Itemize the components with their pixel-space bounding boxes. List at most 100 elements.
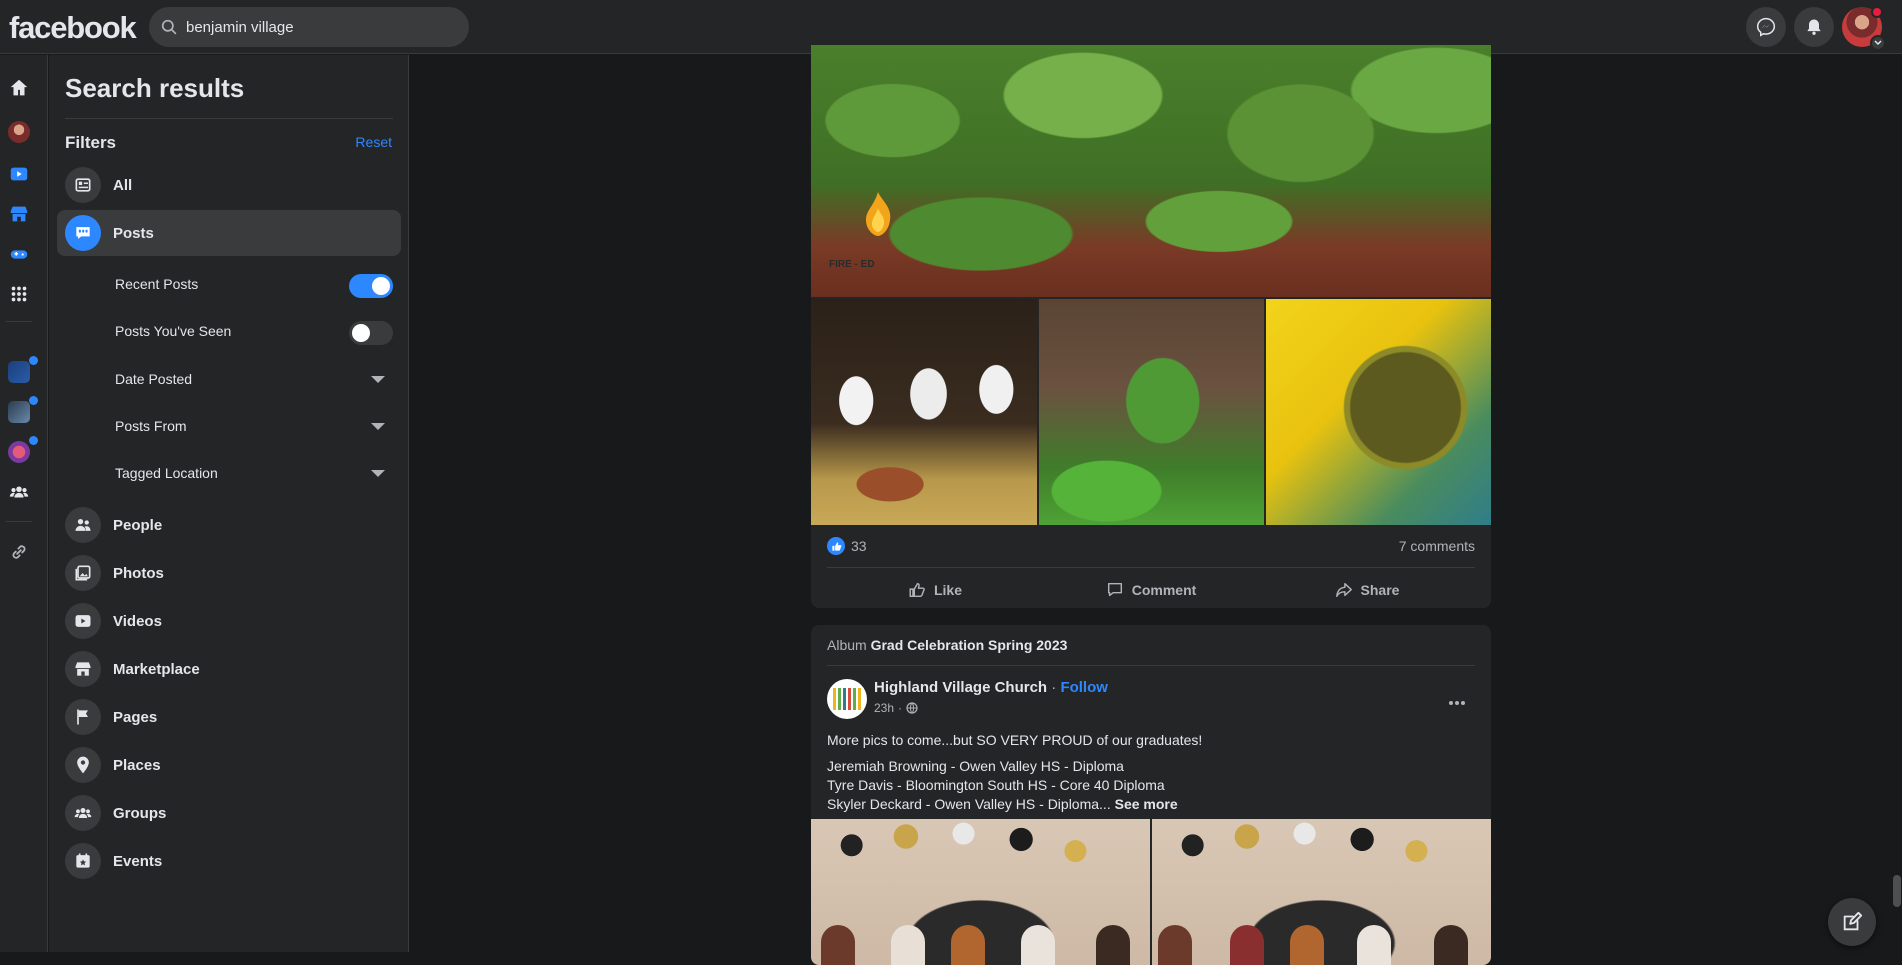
post-photo-rabbits[interactable] xyxy=(811,299,1037,525)
messenger-button[interactable] xyxy=(1746,7,1786,47)
post-card: FIRE - ED 33 7 comments Like Comment Sha… xyxy=(811,45,1491,608)
thumbs-up-icon xyxy=(909,582,925,597)
new-message-button[interactable] xyxy=(1828,898,1876,946)
post-photo-sunflower[interactable] xyxy=(1266,299,1491,525)
watch-shortcut[interactable] xyxy=(8,163,30,185)
post-text-line: Skyler Deckard - Owen Valley HS - Diplom… xyxy=(827,796,1111,812)
post-card: Album Grad Celebration Spring 2023 Highl… xyxy=(811,625,1491,965)
fire-logo-watermark xyxy=(866,192,891,236)
reaction-summary[interactable]: 33 xyxy=(827,537,867,555)
filter-label: All xyxy=(113,176,133,194)
caret-down-icon xyxy=(371,376,385,383)
filter-label: Recent Posts xyxy=(115,276,199,292)
caret-down-icon xyxy=(371,423,385,430)
follow-button[interactable]: Follow xyxy=(1060,679,1108,696)
filter-videos[interactable]: Videos xyxy=(57,598,401,644)
groups-icon xyxy=(9,486,29,498)
gaming-shortcut[interactable] xyxy=(8,243,30,265)
profile-shortcut-avatar[interactable] xyxy=(8,121,30,143)
facebook-logo[interactable]: facebook xyxy=(9,10,137,46)
comments-count-link[interactable]: 7 comments xyxy=(1399,538,1475,554)
group-shortcut-avatar[interactable] xyxy=(8,361,30,383)
more-horizontal-icon xyxy=(1449,701,1465,705)
album-prefix: Album xyxy=(827,637,867,653)
author-name-link[interactable]: Highland Village Church xyxy=(874,679,1047,696)
filter-tagged-location-dropdown[interactable]: Tagged Location xyxy=(57,453,401,493)
album-name-link[interactable]: Grad Celebration Spring 2023 xyxy=(871,637,1068,653)
comment-button[interactable]: Comment xyxy=(1043,568,1259,608)
flag-icon xyxy=(65,699,101,735)
filter-label: Events xyxy=(113,852,163,870)
person-figure xyxy=(1290,925,1324,965)
filter-events[interactable]: Events xyxy=(57,838,401,884)
post-photo-graduates[interactable] xyxy=(811,819,1150,965)
separator-dot: · xyxy=(1051,679,1057,696)
feed-icon xyxy=(65,167,101,203)
notifications-button[interactable] xyxy=(1794,7,1834,47)
caret-down-icon xyxy=(371,470,385,477)
bell-icon xyxy=(1807,19,1821,35)
post-photo-chard-garden[interactable]: FIRE - ED xyxy=(811,45,1491,297)
like-count: 33 xyxy=(851,538,867,554)
filter-label: People xyxy=(113,516,163,534)
post-options-button[interactable] xyxy=(1439,685,1475,721)
filters-heading: Filters xyxy=(65,133,117,152)
filter-posts[interactable]: Posts xyxy=(57,210,401,256)
post-photo-graduates[interactable] xyxy=(1152,819,1491,965)
filter-all[interactable]: All xyxy=(57,162,401,208)
posts-youve-seen-toggle[interactable] xyxy=(349,321,393,345)
filter-recent-posts: Recent Posts xyxy=(57,264,401,304)
filter-photos[interactable]: Photos xyxy=(57,550,401,596)
people-icon xyxy=(65,507,101,543)
page-avatar[interactable] xyxy=(827,679,867,719)
home-shortcut[interactable] xyxy=(8,77,30,99)
search-icon xyxy=(161,19,177,34)
see-more-link[interactable]: See more xyxy=(1115,796,1178,812)
link-icon xyxy=(12,545,26,559)
filter-places[interactable]: Places xyxy=(57,742,401,788)
post-photo-gallery xyxy=(811,819,1491,965)
unread-dot xyxy=(29,396,38,405)
filter-date-posted-dropdown[interactable]: Date Posted xyxy=(57,359,401,399)
compose-icon xyxy=(1843,911,1863,931)
like-reaction-icon xyxy=(827,537,845,555)
share-button[interactable]: Share xyxy=(1259,568,1475,608)
post-photo-garden-barn[interactable] xyxy=(1039,299,1264,525)
marketplace-icon xyxy=(65,651,101,687)
scrollbar-thumb[interactable] xyxy=(1893,875,1901,907)
filter-marketplace[interactable]: Marketplace xyxy=(57,646,401,692)
home-icon xyxy=(10,79,28,96)
person-figure xyxy=(1158,925,1192,965)
filter-pages[interactable]: Pages xyxy=(57,694,401,740)
search-input[interactable]: benjamin village xyxy=(186,19,294,36)
filter-posts-youve-seen: Posts You've Seen xyxy=(57,311,401,351)
filter-groups[interactable]: Groups xyxy=(57,790,401,836)
post-meta: 23h · xyxy=(874,701,918,715)
filter-posts-from-dropdown[interactable]: Posts From xyxy=(57,406,401,446)
group-shortcut-avatar[interactable] xyxy=(8,401,30,423)
person-figure xyxy=(1357,925,1391,965)
menu-shortcut[interactable] xyxy=(8,283,30,305)
marketplace-shortcut[interactable] xyxy=(8,203,30,225)
account-menu-chevron-icon[interactable] xyxy=(1870,35,1886,51)
account-avatar-button[interactable] xyxy=(1842,6,1886,51)
post-stats: 33 7 comments xyxy=(827,535,1475,557)
filter-label: Posts xyxy=(113,224,154,242)
post-timestamp-link[interactable]: 23h xyxy=(874,701,894,715)
search-box[interactable]: benjamin village xyxy=(149,7,469,47)
filter-people[interactable]: People xyxy=(57,502,401,548)
rail-divider xyxy=(6,521,32,522)
page-scrollbar[interactable] xyxy=(1892,55,1902,952)
group-shortcut-avatar[interactable] xyxy=(8,441,30,463)
filter-label: Places xyxy=(113,756,161,774)
groups-shortcut[interactable] xyxy=(8,481,30,503)
posts-icon xyxy=(65,215,101,251)
calendar-icon xyxy=(65,843,101,879)
link-shortcut[interactable] xyxy=(8,541,30,563)
person-figure xyxy=(1021,925,1055,965)
recent-posts-toggle[interactable] xyxy=(349,274,393,298)
like-button[interactable]: Like xyxy=(827,568,1043,608)
toggle-knob xyxy=(372,277,390,295)
reset-filters-link[interactable]: Reset xyxy=(355,134,392,150)
filter-label: Photos xyxy=(113,564,164,582)
